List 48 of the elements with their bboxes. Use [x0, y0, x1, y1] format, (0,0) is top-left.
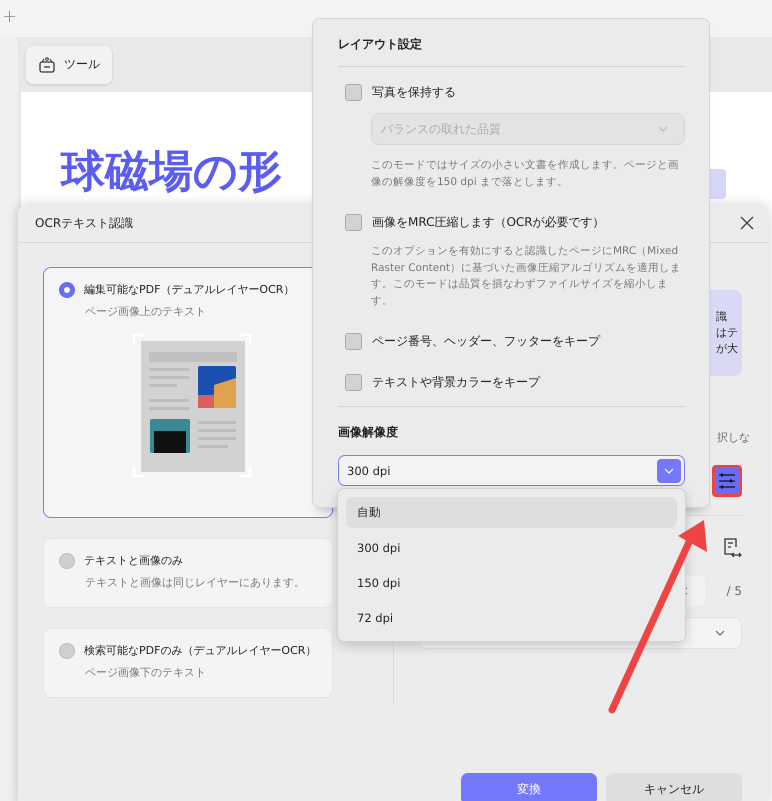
radio-button[interactable]: [59, 282, 75, 298]
close-icon[interactable]: [740, 216, 754, 230]
checkbox[interactable]: [345, 214, 362, 231]
dropdown-item[interactable]: 150 dpi: [346, 567, 677, 598]
chevron-down-icon: [658, 126, 668, 132]
page-width-icon[interactable]: [722, 536, 742, 559]
convert-button[interactable]: 変換: [461, 773, 597, 801]
radio-button[interactable]: [59, 642, 75, 659]
option-description: このモードではサイズの小さい文書を作成します。ページと画像の解像度を150 dpi まで落とします。: [371, 158, 680, 190]
ocr-option-card[interactable]: テキストと画像のみ テキストと画像は同じレイヤーにあります。: [43, 538, 333, 608]
chevron-down-icon: [715, 630, 725, 636]
option-description: ページ画像上のテキスト: [85, 304, 207, 319]
dropdown-toggle[interactable]: [657, 458, 681, 482]
chevron-down-icon: [664, 468, 674, 474]
dropdown-item[interactable]: 72 dpi: [346, 602, 677, 633]
resolution-select[interactable]: 300 dpi: [338, 455, 685, 486]
dropdown-item[interactable]: 自動: [346, 497, 677, 528]
hint-text: 択しな: [717, 430, 750, 445]
note-text: 識: [716, 308, 728, 325]
page-total: / 5: [726, 584, 742, 598]
checkbox[interactable]: [345, 333, 362, 350]
option-description: テキストと画像は同じレイヤーにあります。: [85, 574, 306, 590]
checkbox[interactable]: [345, 84, 362, 101]
document-heading: 球磁場の形: [61, 148, 282, 196]
option-description: このオプションを有効にすると認識したページにMRC（Mixed Raster Content）に基づいた画像圧縮アルゴリズムを適用します。このモードは品質を損なわずファイルサイズを縮小します。: [371, 244, 682, 308]
dropdown-item[interactable]: 300 dpi: [346, 532, 677, 563]
checkbox-label: ページ番号、ヘッダー、フッターをキープ: [372, 333, 600, 350]
option-label: テキストと画像のみ: [84, 553, 183, 568]
tool-button[interactable]: ツール: [26, 46, 112, 84]
radio-button[interactable]: [59, 552, 75, 569]
toolbox-icon: [38, 56, 56, 74]
settings-button[interactable]: [712, 464, 742, 497]
sliders-icon: [718, 472, 736, 489]
ocr-option-card[interactable]: 編集可能なPDF（デュアルレイヤーOCR） ページ画像上のテキスト: [43, 266, 333, 518]
option-label: 編集可能なPDF（デュアルレイヤーOCR）: [84, 282, 294, 298]
checkbox-label: テキストや背景カラーをキープ: [372, 374, 540, 391]
checkbox-label: 画像をMRC圧縮します（OCRが必要です）: [372, 214, 605, 231]
checkbox[interactable]: [345, 374, 362, 391]
section-label: 画像解像度: [338, 424, 399, 441]
popup-title: レイアウト設定: [338, 36, 423, 53]
note-text: が大: [716, 340, 739, 357]
ocr-option-card[interactable]: 検索可能なPDFのみ（デュアルレイヤーOCR） ページ画像下のテキスト: [43, 628, 333, 698]
dialog-title: OCRテキスト認識: [35, 214, 134, 232]
cancel-button[interactable]: キャンセル: [606, 773, 742, 801]
option-description: ページ画像下のテキスト: [85, 664, 207, 680]
note-text: はテ: [716, 324, 739, 341]
option-label: 検索可能なPDFのみ（デュアルレイヤーOCR）: [84, 643, 316, 658]
checkbox-label: 写真を保持する: [372, 84, 456, 101]
